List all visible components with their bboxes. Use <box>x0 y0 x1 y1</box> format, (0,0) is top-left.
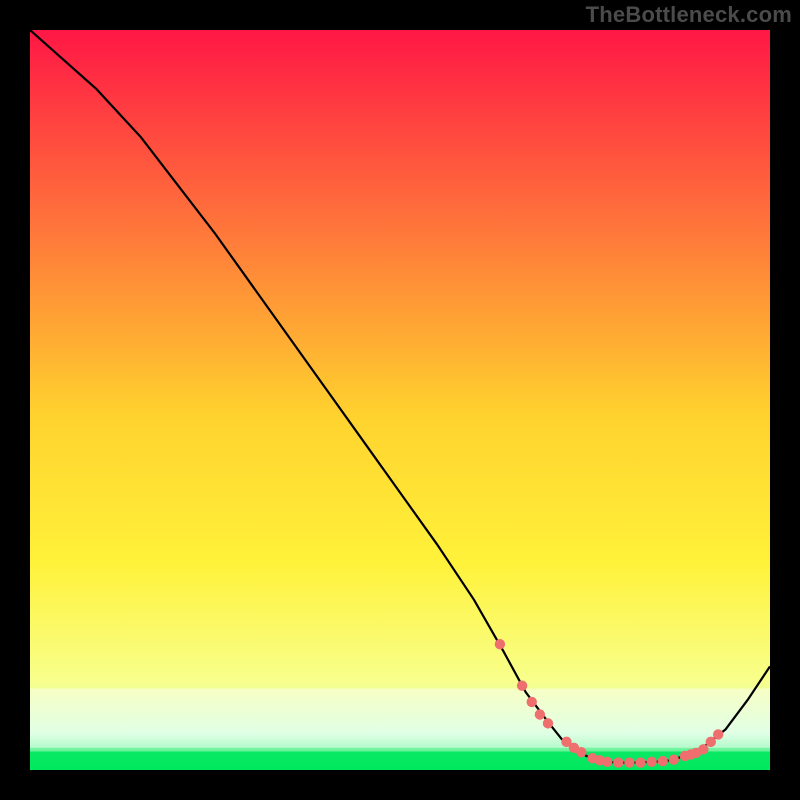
sample-dot <box>535 709 545 719</box>
sample-dot <box>495 639 505 649</box>
sample-dot <box>576 747 586 757</box>
pale-band <box>30 689 770 748</box>
gradient-background <box>30 30 770 770</box>
sample-dot <box>698 744 708 754</box>
watermark-text: TheBottleneck.com <box>586 2 792 28</box>
chart-svg <box>30 30 770 770</box>
sample-dot <box>635 757 645 767</box>
plot-area <box>30 30 770 770</box>
sample-dot <box>706 737 716 747</box>
sample-dot <box>646 757 656 767</box>
sample-dot <box>624 757 634 767</box>
sample-dot <box>543 718 553 728</box>
sample-dot <box>669 754 679 764</box>
chart-stage: TheBottleneck.com <box>0 0 800 800</box>
sample-dot <box>713 729 723 739</box>
sample-dot <box>613 757 623 767</box>
sample-dot <box>517 680 527 690</box>
sample-dot <box>602 757 612 767</box>
sample-dot <box>527 697 537 707</box>
sample-dot <box>658 756 668 766</box>
